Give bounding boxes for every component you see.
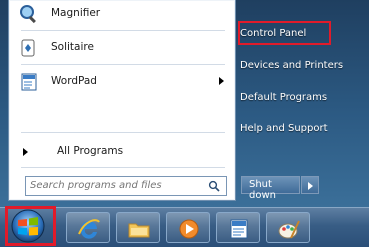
- shutdown-button[interactable]: Shut down: [241, 176, 300, 201]
- programs-pane: Magnifier Solitaire WordPad All Programs: [8, 0, 236, 201]
- program-label: Solitaire: [51, 41, 94, 53]
- chevron-right-icon: [23, 148, 28, 156]
- control-panel-highlight: [238, 21, 331, 45]
- taskbar-item-wordpad[interactable]: [216, 212, 260, 243]
- taskbar-item-internet-explorer[interactable]: [66, 212, 110, 243]
- start-button-highlight: [5, 206, 56, 246]
- wordpad-icon: [21, 73, 37, 91]
- divider: [21, 132, 225, 133]
- default-programs-link[interactable]: Default Programs: [240, 92, 327, 103]
- all-programs-label: All Programs: [57, 145, 124, 157]
- submenu-arrow-icon: [219, 77, 224, 85]
- wordpad-icon: [230, 219, 248, 239]
- taskbar-item-windows-explorer[interactable]: [116, 212, 160, 243]
- devices-and-printers-link[interactable]: Devices and Printers: [240, 60, 343, 71]
- taskbar-item-media-player[interactable]: [166, 212, 210, 243]
- shutdown-label: Shut down: [249, 179, 276, 201]
- divider: [21, 64, 225, 65]
- media-player-icon: [179, 219, 199, 239]
- program-item-solitaire[interactable]: Solitaire: [9, 34, 235, 62]
- search-input[interactable]: [30, 178, 200, 192]
- paint-icon: [278, 220, 300, 239]
- taskbar-item-paint[interactable]: [266, 212, 310, 243]
- divider: [21, 167, 225, 168]
- program-label: Magnifier: [51, 7, 101, 19]
- search-icon: [208, 180, 220, 192]
- folder-icon: [128, 223, 150, 238]
- start-menu: Magnifier Solitaire WordPad All Programs: [0, 0, 369, 207]
- shutdown-options-button[interactable]: [301, 176, 319, 194]
- help-and-support-link[interactable]: Help and Support: [240, 123, 328, 134]
- program-item-magnifier[interactable]: Magnifier: [9, 0, 235, 28]
- divider: [21, 30, 225, 31]
- all-programs-button[interactable]: All Programs: [9, 139, 235, 165]
- program-label: WordPad: [51, 75, 97, 87]
- search-box[interactable]: [25, 176, 227, 196]
- solitaire-icon: [21, 39, 35, 57]
- internet-explorer-icon: [78, 219, 100, 239]
- magnifier-icon: [20, 5, 36, 24]
- program-item-wordpad[interactable]: WordPad: [9, 68, 235, 96]
